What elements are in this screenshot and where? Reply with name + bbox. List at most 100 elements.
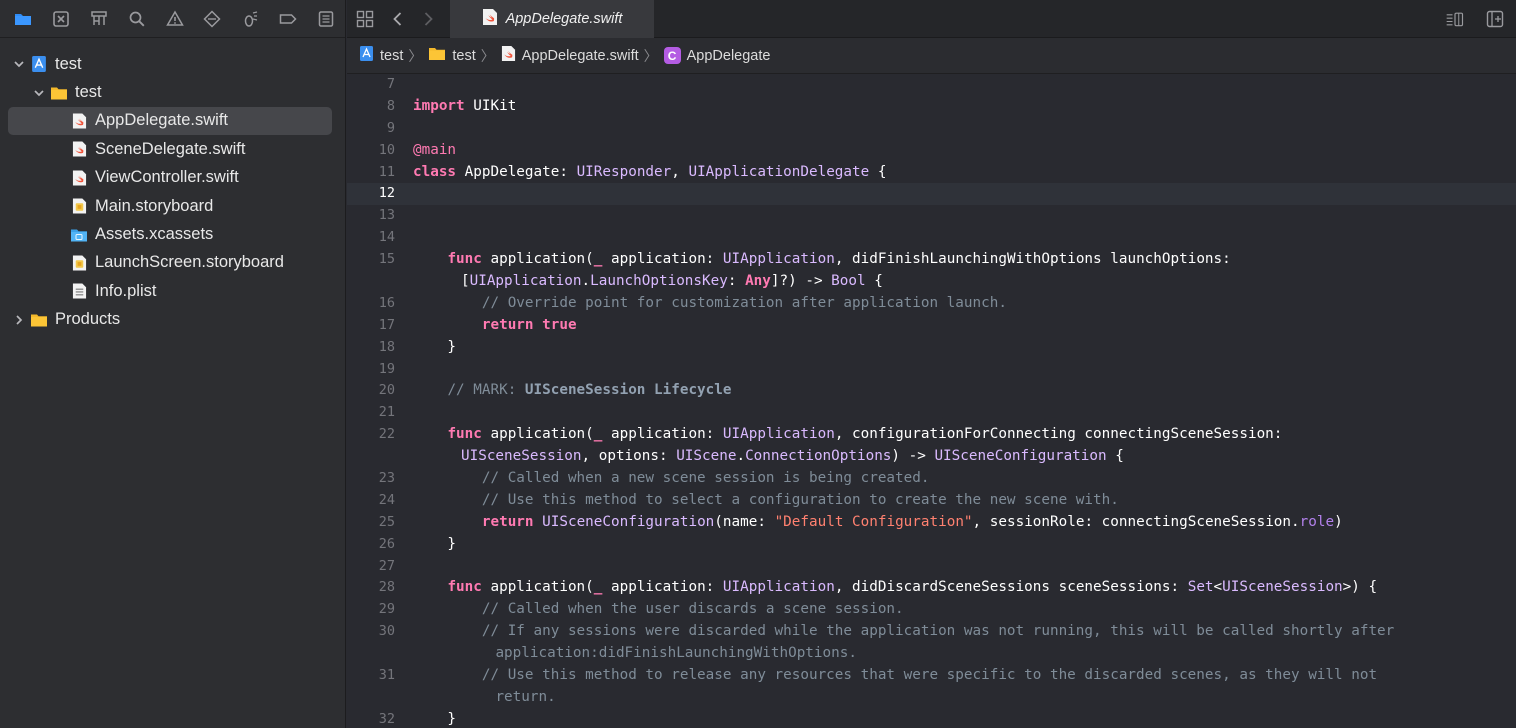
assets-icon <box>70 225 88 245</box>
code-token: // If any sessions were discarded while … <box>481 623 1395 640</box>
code-line[interactable]: 13 <box>347 205 1516 227</box>
code-line[interactable]: 12 <box>347 183 1516 206</box>
code-line[interactable]: 28 func application(_ application: UIApp… <box>347 577 1516 599</box>
test-icon[interactable] <box>193 0 231 38</box>
breadcrumb-file[interactable]: AppDelegate.swift <box>501 45 639 66</box>
code-line[interactable]: 10 @main <box>347 140 1516 162</box>
file-tree-item[interactable]: Info.plist <box>8 277 332 305</box>
report-icon[interactable] <box>307 0 345 38</box>
code-token: , didDiscardSceneSessions sceneSessions: <box>834 579 1188 596</box>
code-line[interactable]: 26 } <box>347 534 1516 556</box>
related-items-icon[interactable] <box>347 0 383 38</box>
file-tree-item[interactable]: Products <box>8 306 332 334</box>
source-control-icon[interactable] <box>42 0 80 38</box>
code-line[interactable]: 25 return UISceneConfiguration(name: "De… <box>347 512 1516 534</box>
code-text: return true <box>395 315 577 337</box>
code-line[interactable]: return. <box>347 687 1516 709</box>
breadcrumb-project[interactable]: test <box>359 45 403 66</box>
file-tree-item[interactable]: LaunchScreen.storyboard <box>8 249 332 277</box>
file-tree-item[interactable]: Main.storyboard <box>8 192 332 220</box>
code-line[interactable]: 11 class AppDelegate: UIResponder, UIAppl… <box>347 162 1516 184</box>
forward-chevron-icon[interactable] <box>413 0 443 38</box>
code-token: UIApplication <box>469 273 582 290</box>
debug-icon[interactable] <box>231 0 269 38</box>
tab-appdelegate[interactable]: AppDelegate.swift <box>450 0 654 38</box>
code-line[interactable]: UISceneSession, options: UIScene.Connect… <box>347 446 1516 468</box>
code-text: } <box>395 709 456 728</box>
code-line[interactable]: 20 // MARK: UISceneSession Lifecycle <box>347 380 1516 402</box>
issue-icon[interactable] <box>156 0 194 38</box>
project-navigator-icon[interactable] <box>4 0 42 38</box>
code-token: UISceneSession <box>461 448 582 465</box>
code-line[interactable]: 27 <box>347 556 1516 578</box>
back-chevron-icon[interactable] <box>383 0 413 38</box>
code-token: UIApplication <box>722 579 835 596</box>
code-line[interactable]: 23 // Called when a new scene session is… <box>347 468 1516 490</box>
swift-file-icon <box>70 168 88 188</box>
code-line[interactable]: 21 <box>347 402 1516 424</box>
code-line[interactable]: 18 } <box>347 337 1516 359</box>
navigator-toolbar <box>0 0 345 38</box>
code-line[interactable]: 15 func application(_ application: UIApp… <box>347 249 1516 271</box>
code-token: "Default Configuration" <box>774 513 973 530</box>
symbol-navigator-icon[interactable] <box>80 0 118 38</box>
file-tree-item[interactable]: Assets.xcassets <box>8 220 332 248</box>
code-line[interactable]: 29 // Called when the user discards a sc… <box>347 599 1516 621</box>
file-tree-item-label: test <box>55 54 82 73</box>
line-number: 15 <box>378 251 395 268</box>
file-tree-item[interactable]: AppDelegate.swift <box>8 106 332 136</box>
code-token: . <box>736 448 746 465</box>
code-line[interactable]: 8 import UIKit <box>347 96 1516 118</box>
code-token: application: <box>602 426 723 443</box>
code-line[interactable]: 16 // Override point for customization a… <box>347 293 1516 315</box>
code-text: UISceneSession, options: UIScene.Connect… <box>395 446 1124 468</box>
breakpoint-icon[interactable] <box>269 0 307 38</box>
chevron-right-icon[interactable] <box>12 313 26 327</box>
code-token: UIResponder <box>576 163 672 180</box>
chevron-down-icon[interactable] <box>32 86 46 100</box>
breadcrumb-symbol[interactable]: C AppDelegate <box>663 47 770 64</box>
code-line[interactable]: application:didFinishLaunchingWithOption… <box>347 643 1516 665</box>
add-editor-icon[interactable] <box>1482 0 1508 38</box>
file-tree-item[interactable]: SceneDelegate.swift <box>8 135 332 163</box>
line-number: 14 <box>378 229 395 246</box>
code-line[interactable]: 17 return true <box>347 315 1516 337</box>
code-token: application: <box>602 251 723 268</box>
code-area[interactable]: 7 8 import UIKit 9 10 @main 11 class AppDelegat… <box>347 74 1516 728</box>
code-line[interactable]: 24 // Use this method to select a config… <box>347 490 1516 512</box>
code-line[interactable]: 30 // If any sessions were discarded whi… <box>347 621 1516 643</box>
code-token: : <box>727 273 746 290</box>
find-icon[interactable] <box>118 0 156 38</box>
code-line[interactable]: 19 <box>347 359 1516 381</box>
code-token: UIApplicationDelegate <box>688 163 870 180</box>
swift-file-icon <box>482 8 498 30</box>
code-line[interactable]: 31 // Use this method to release any res… <box>347 665 1516 687</box>
chevron-down-icon[interactable] <box>12 57 26 71</box>
file-tree-item[interactable]: ViewController.swift <box>8 164 332 192</box>
file-tree-item[interactable]: test <box>8 78 332 106</box>
editor-options-icon[interactable] <box>1442 0 1468 38</box>
code-line[interactable]: [UIApplication.LaunchOptionsKey: Any]?) … <box>347 271 1516 293</box>
line-number <box>347 687 395 709</box>
code-token: UISceneSession <box>1222 579 1343 596</box>
code-text: return. <box>395 687 555 709</box>
swift-file-icon <box>70 139 88 159</box>
file-tree-item[interactable]: test <box>8 50 332 78</box>
code-line[interactable]: 14 <box>347 227 1516 249</box>
code-text: func application(_ application: UIApplic… <box>395 424 1282 446</box>
breadcrumb-group[interactable]: test <box>428 46 476 65</box>
code-token: import <box>413 97 465 114</box>
code-line[interactable]: 32 } <box>347 709 1516 728</box>
code-line[interactable]: 7 <box>347 74 1516 96</box>
line-number: 18 <box>378 338 395 355</box>
code-line[interactable]: 9 <box>347 118 1516 140</box>
code-line[interactable]: 22 func application(_ application: UIApp… <box>347 424 1516 446</box>
line-number: 17 <box>378 316 395 333</box>
code-token: ConnectionOptions <box>745 448 892 465</box>
